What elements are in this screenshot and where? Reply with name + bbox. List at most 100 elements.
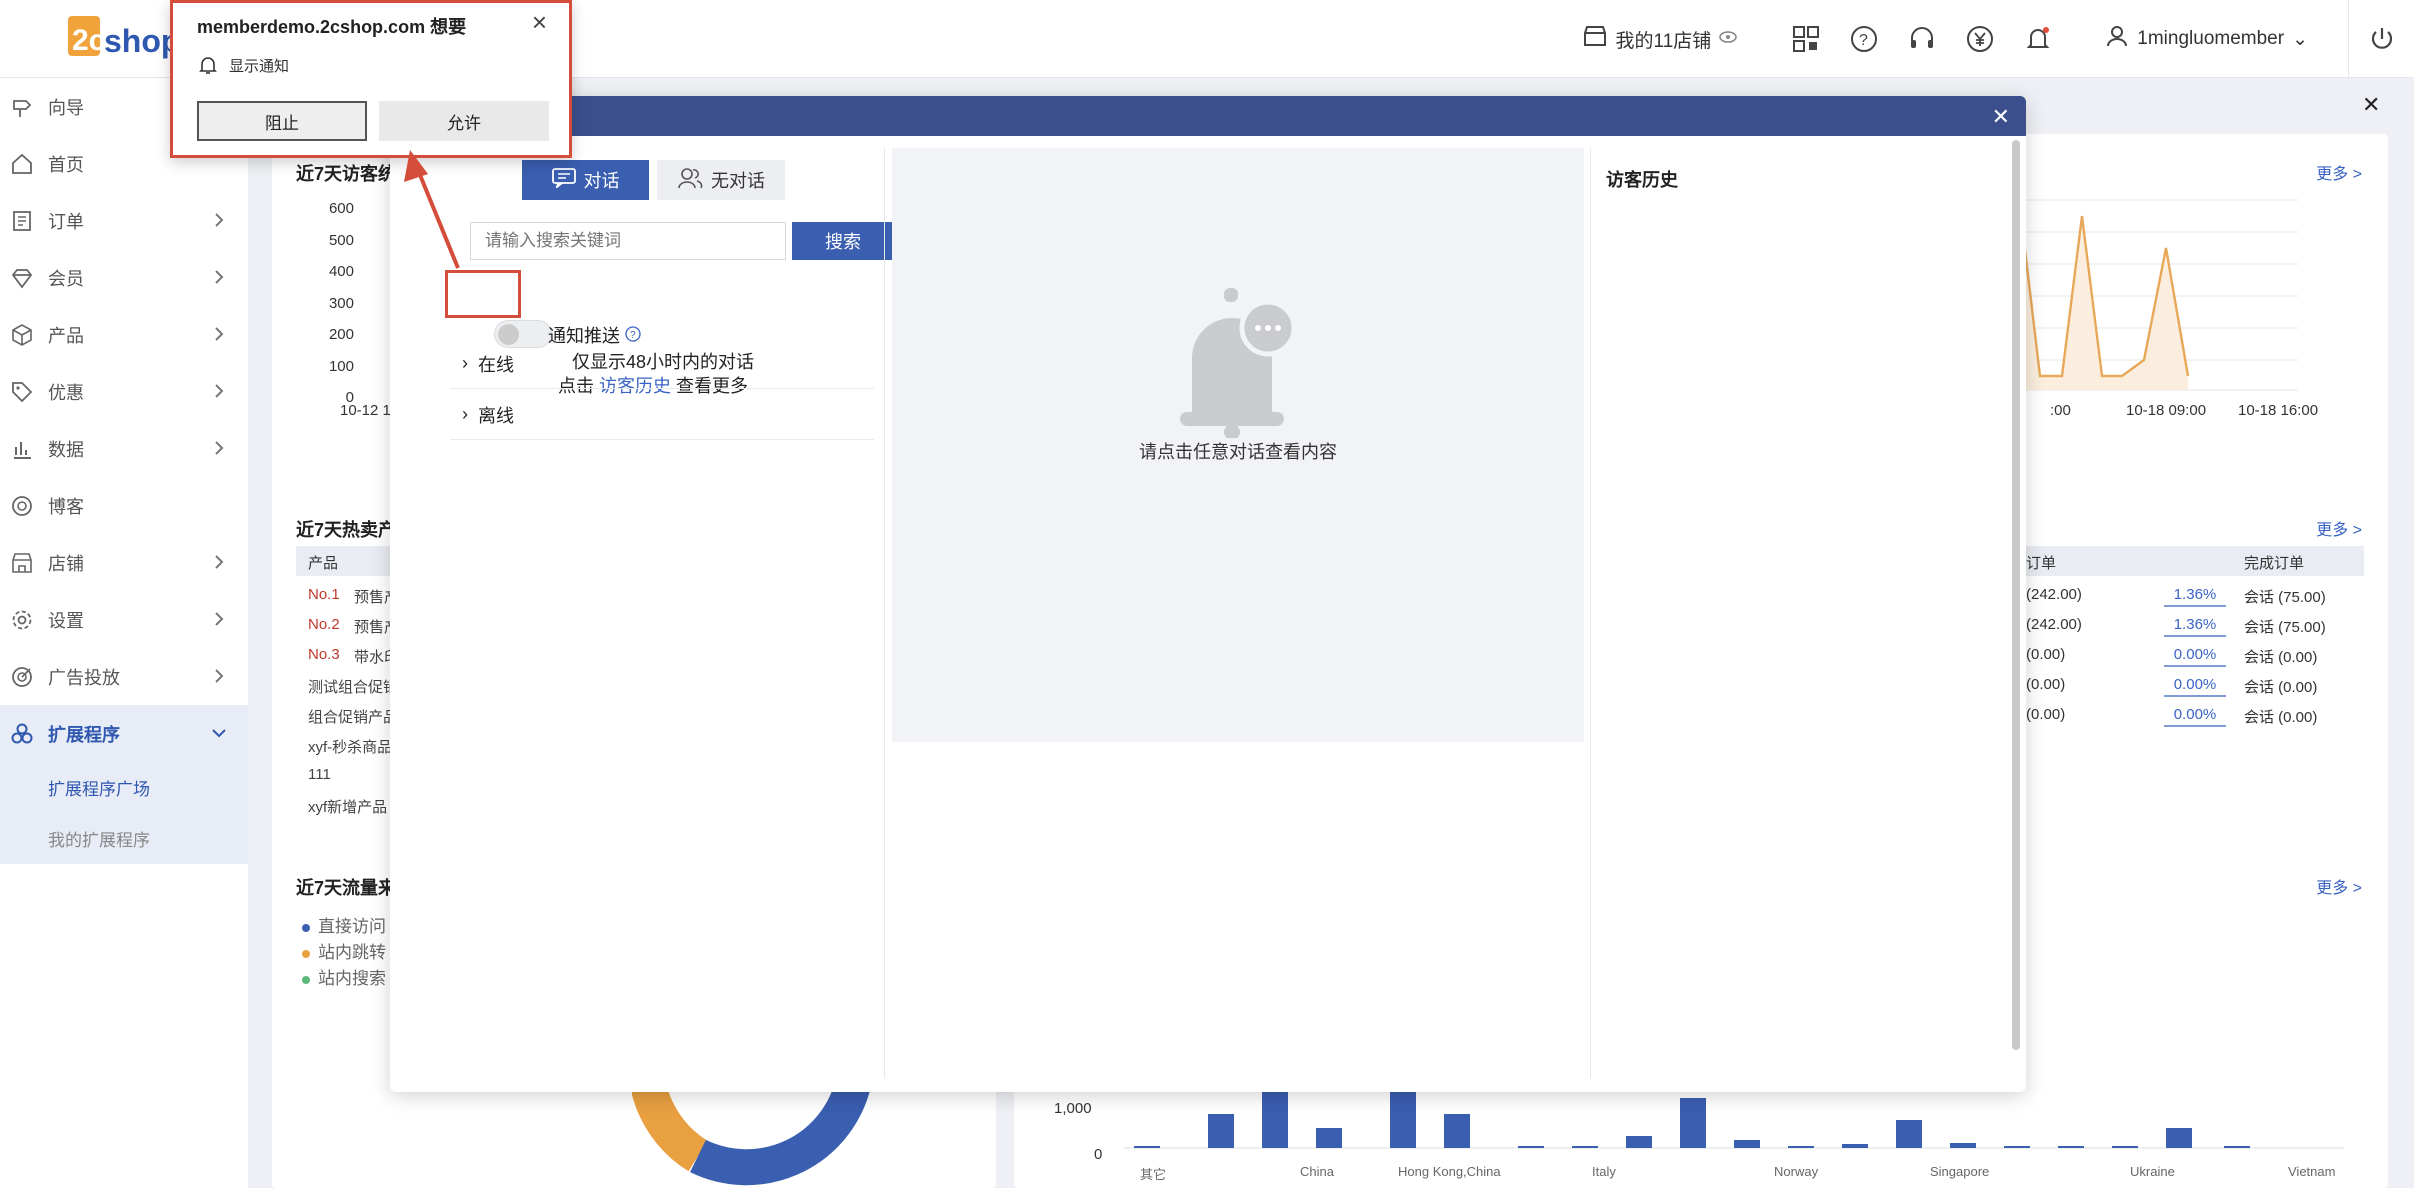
more-link[interactable]: 更多 > — [2316, 874, 2362, 898]
country-bar — [1518, 1146, 1544, 1148]
user-icon — [2105, 24, 2129, 54]
country-bar — [1626, 1136, 1652, 1148]
sidebar-item[interactable]: 订单 — [0, 192, 248, 249]
currency-icon[interactable] — [1965, 24, 1995, 54]
sidebar-item[interactable]: 优惠 — [0, 363, 248, 420]
chevron-right-icon: › — [462, 353, 468, 373]
highlight-box — [445, 270, 521, 318]
bell-icon[interactable] — [2023, 24, 2053, 54]
completed-orders: 会话 (0.00) — [2244, 649, 2318, 666]
headset-icon[interactable] — [1907, 24, 1937, 54]
country-bar — [1134, 1146, 1160, 1148]
visitors-y-tick: 600 — [328, 200, 354, 217]
more-link[interactable]: 更多 > — [2316, 516, 2362, 540]
sidebar-item[interactable]: 设置 — [0, 591, 248, 648]
search-button[interactable]: 搜索 — [792, 222, 894, 260]
chevron-right-icon: › — [462, 404, 468, 424]
completed-orders: 会话 (0.00) — [2244, 679, 2318, 696]
country-x-tick: Norway — [1774, 1164, 1819, 1179]
svg-text:shop: shop — [104, 23, 180, 59]
visitors-y-tick: 300 — [328, 294, 354, 312]
tab-dialog[interactable]: 对话 — [522, 160, 649, 200]
eye-icon[interactable] — [1719, 28, 1738, 50]
sidebar-item[interactable]: 广告投放 — [0, 648, 248, 705]
close-icon[interactable]: ✕ — [2362, 92, 2380, 118]
group-offline[interactable]: › 离线 — [450, 390, 874, 440]
completed-orders: 会话 (75.00) — [2244, 589, 2326, 606]
hot-products-title: 近7天热卖产 — [296, 520, 397, 540]
sidebar-item-label: 向导 — [48, 97, 84, 118]
country-bar — [1896, 1120, 1922, 1148]
conversation-empty-pane: 请点击任意对话查看内容 — [892, 148, 1584, 742]
gear-icon — [10, 608, 34, 632]
block-button[interactable]: 阻止 — [197, 101, 367, 141]
col-product: 产品 — [308, 555, 339, 572]
help-icon[interactable]: ? — [1849, 24, 1879, 54]
sidebar-item[interactable]: 扩展程序 — [0, 705, 248, 762]
qrcode-icon[interactable] — [1791, 24, 1821, 54]
country-bar — [2112, 1146, 2138, 1148]
country-bar — [1316, 1128, 1342, 1148]
legend-dot — [302, 924, 310, 932]
logout-button[interactable] — [2348, 0, 2414, 78]
group-online[interactable]: › 在线 — [450, 339, 874, 389]
tag-icon — [10, 380, 34, 404]
country-x-tick: Hong Kong,China — [1398, 1164, 1501, 1179]
group-online-label: 在线 — [478, 354, 514, 375]
chevron-right-icon — [210, 553, 228, 576]
chevron-right-icon — [210, 382, 228, 405]
chat-dialog: ✕ 对话 无对话 搜索 通知推送 ? 仅显示48小时内的对话 点击 访客历史 查… — [390, 96, 2026, 1092]
col-done: 完成订单 — [2244, 555, 2305, 572]
signpost-icon — [10, 95, 34, 119]
sidebar-item-label: 数据 — [48, 439, 84, 460]
svg-text:2c: 2c — [72, 24, 105, 57]
visitors-x-tick: 10-12 1 — [340, 402, 391, 419]
country-bar — [2166, 1128, 2192, 1148]
visitors-y-tick: 100 — [328, 357, 354, 375]
legend-label: 站内搜索 — [318, 969, 386, 988]
sidebar-subitem[interactable]: 我的扩展程序 — [0, 813, 248, 864]
sidebar-item-label: 广告投放 — [48, 667, 120, 688]
country-bar — [1842, 1144, 1868, 1148]
legend-dot — [302, 950, 310, 958]
user-menu[interactable]: 1mingluomember ⌄ — [2105, 24, 2308, 54]
country-bar — [2224, 1146, 2250, 1148]
traffic-title: 近7天流量来 — [296, 878, 397, 898]
right-chart-x-tick: 10-18 16:00 — [2238, 402, 2319, 419]
search-input[interactable] — [470, 222, 786, 260]
legend-item: 直接访问 — [302, 912, 386, 937]
notification-permission-popup: memberdemo.2cshop.com 想要 × 显示通知 阻止 允许 — [170, 0, 572, 158]
legend-item: 站内跳转 — [302, 938, 386, 963]
top-right-tools: 我的11店铺 ? 1mingluomember ⌄ — [1582, 0, 2414, 78]
sidebar-item[interactable]: 数据 — [0, 420, 248, 477]
sidebar-item[interactable]: 博客 — [0, 477, 248, 534]
permission-title: memberdemo.2cshop.com 想要 — [197, 17, 467, 37]
product-name: 组合促销产品 — [308, 709, 399, 726]
conversion-rate: 1.36% — [2164, 586, 2226, 607]
tab-no-dialog[interactable]: 无对话 — [657, 160, 785, 200]
sidebar-item[interactable]: 产品 — [0, 306, 248, 363]
allow-button[interactable]: 允许 — [379, 101, 549, 141]
blog-icon — [10, 494, 34, 518]
store-switcher[interactable]: 我的11店铺 — [1582, 24, 1738, 54]
close-icon[interactable]: × — [532, 7, 547, 38]
conversion-rate: 1.36% — [2164, 616, 2226, 637]
completed-orders: 会话 (0.00) — [2244, 709, 2318, 726]
product-name: 测试组合促销 — [308, 679, 399, 696]
target-icon — [10, 665, 34, 689]
scrollbar[interactable] — [2012, 140, 2020, 1050]
visitors-line-chart — [1998, 199, 2298, 391]
sidebar-item[interactable]: 会员 — [0, 249, 248, 306]
country-y-tick-0: 0 — [1094, 1146, 1103, 1163]
right-chart-x-tick: :00 — [2050, 402, 2071, 419]
sidebar-subitem[interactable]: 扩展程序广场 — [0, 762, 248, 813]
close-icon[interactable]: ✕ — [1992, 104, 2010, 130]
group-offline-label: 离线 — [478, 405, 514, 426]
sidebar-item[interactable]: 店铺 — [0, 534, 248, 591]
sidebar-item-label: 优惠 — [48, 382, 84, 403]
completed-orders: 会话 (75.00) — [2244, 619, 2326, 636]
country-x-tick: Ukraine — [2130, 1164, 2175, 1179]
conversion-rate: 0.00% — [2164, 676, 2226, 697]
username: 1mingluomember — [2137, 28, 2285, 49]
home-icon — [10, 152, 34, 176]
